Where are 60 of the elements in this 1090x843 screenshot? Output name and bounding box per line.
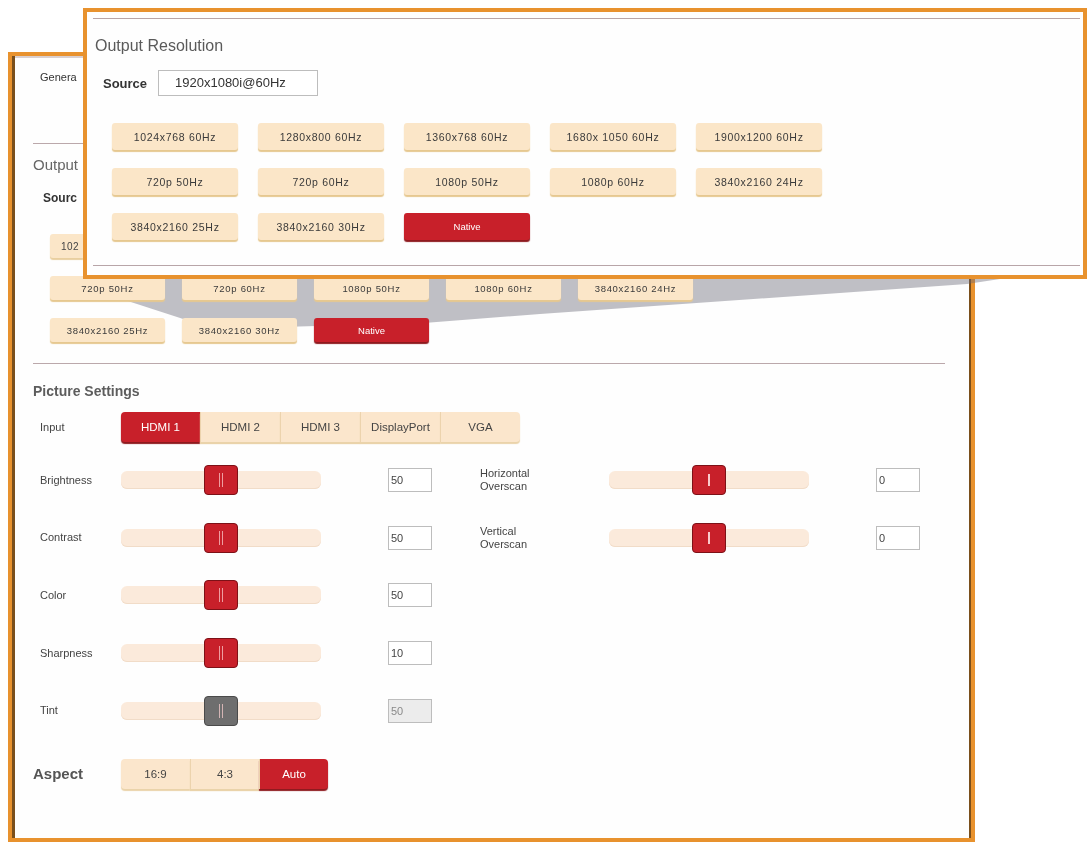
slider-track[interactable] [121, 638, 321, 669]
slider-track[interactable] [121, 522, 321, 553]
slider-thumb[interactable] [204, 522, 238, 553]
resolution-button[interactable]: 3840x2160 24Hz [696, 168, 822, 195]
resolution-button[interactable]: Native [314, 318, 429, 342]
resolution-button[interactable]: 1680x 1050 60Hz [550, 123, 676, 150]
slider-label: Sharpness [40, 646, 94, 660]
source-label: Sourc [43, 191, 77, 205]
slider-track[interactable] [121, 695, 321, 726]
input-label: Input [40, 420, 66, 434]
slider-label: Horizontal Overscan [480, 467, 531, 493]
resolution-button[interactable]: 1080p 60Hz [550, 168, 676, 195]
slider-label: Contrast [40, 531, 83, 545]
general-tab[interactable]: Genera [40, 71, 77, 84]
value-field[interactable]: 50 [388, 525, 432, 550]
slider-thumb[interactable] [204, 465, 238, 495]
slider-track[interactable] [121, 465, 321, 495]
resolution-button[interactable]: 3840x2160 25Hz [50, 318, 165, 342]
aspect-label: Aspect [33, 764, 85, 783]
section-title: Picture Settings [33, 383, 140, 399]
resolution-button[interactable]: 720p 50Hz [112, 168, 238, 195]
resolution-button[interactable]: Native [404, 213, 530, 240]
slider-track[interactable] [121, 580, 321, 611]
aspect-tab[interactable]: 4:3 [190, 758, 259, 789]
input-tab[interactable]: VGA [440, 412, 520, 442]
slider-thumb[interactable] [204, 638, 238, 669]
section-title: Output Resolution [95, 36, 224, 55]
resolution-button[interactable]: 1900x1200 60Hz [696, 123, 822, 150]
resolution-button[interactable]: 3840x2160 25Hz [112, 213, 238, 240]
input-tab[interactable]: HDMI 2 [200, 412, 280, 442]
resolution-button[interactable]: 3840x2160 30Hz [258, 213, 384, 240]
slider-thumb[interactable] [692, 522, 726, 553]
value-field[interactable]: 0 [876, 525, 920, 550]
resolution-button[interactable]: 720p 60Hz [258, 168, 384, 195]
resolution-button[interactable]: 1080p 50Hz [404, 168, 530, 195]
slider-track[interactable] [609, 465, 809, 495]
slider-label: Tint [40, 704, 59, 718]
resolution-button[interactable]: 1360x768 60Hz [404, 123, 530, 150]
value-field[interactable]: 10 [388, 641, 432, 666]
value-field[interactable]: 50 [388, 468, 432, 492]
input-tab[interactable]: HDMI 3 [280, 412, 360, 442]
value-field[interactable]: 0 [876, 468, 920, 492]
slider-label: Vertical Overscan [480, 524, 529, 551]
resolution-button[interactable]: 1280x800 60Hz [258, 123, 384, 150]
section-title: Output [33, 156, 79, 174]
resolution-button[interactable]: 1024x768 60Hz [112, 123, 238, 150]
input-tab[interactable]: DisplayPort [360, 412, 440, 442]
input-tab[interactable]: HDMI 1 [121, 412, 200, 442]
resolution-button[interactable]: 3840x2160 30Hz [182, 318, 297, 342]
slider-label: Brightness [40, 473, 93, 487]
source-label: Source [103, 75, 149, 91]
aspect-tab[interactable]: Auto [259, 758, 328, 789]
value-field[interactable]: 50 [388, 583, 432, 608]
slider-thumb[interactable] [204, 580, 238, 611]
slider-track[interactable] [609, 522, 809, 553]
resolution-button[interactable]: 102 [50, 234, 83, 258]
slider-label: Color [40, 588, 68, 602]
slider-thumb[interactable] [692, 465, 726, 495]
aspect-tab[interactable]: 16:9 [121, 758, 190, 789]
source-field[interactable]: 1920x1080i@60Hz [158, 70, 318, 96]
